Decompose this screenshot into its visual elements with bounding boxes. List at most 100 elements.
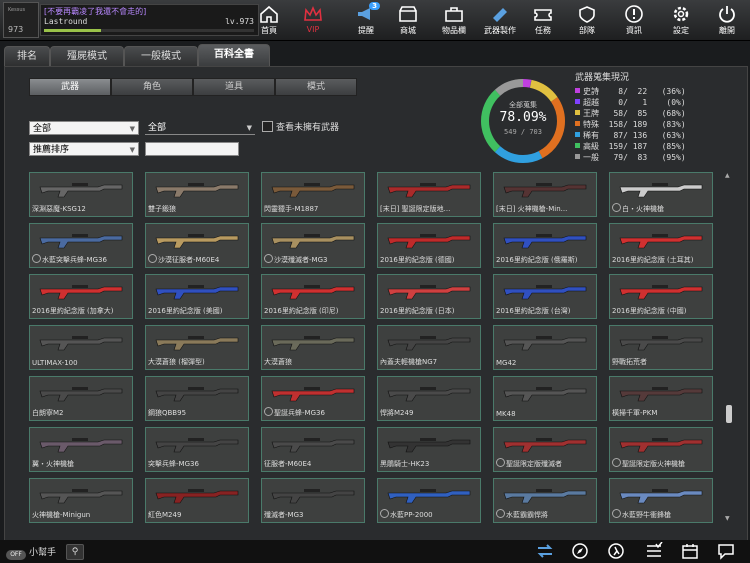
helper-label: 小幫手 [29, 548, 57, 558]
subtab-modes[interactable]: 模式 [275, 78, 357, 96]
collection-row-text: 高級 159/ 187 (85%) [583, 142, 686, 151]
weapon-card[interactable]: 2016里約紀念版 (德國) [377, 223, 481, 268]
weapon-card[interactable]: 2016里約紀念版 (土耳其) [609, 223, 713, 268]
weapon-card[interactable]: 水藍PP-2000 [377, 478, 481, 523]
nav-ticket[interactable]: 任務 [521, 0, 565, 40]
calendar-icon[interactable] [680, 542, 700, 560]
subtab-items[interactable]: 道具 [193, 78, 275, 96]
swap-icon[interactable] [535, 542, 555, 560]
weapon-card[interactable]: 內蓋夫輕機槍NG7 [377, 325, 481, 370]
profile-panel[interactable]: Kessus 973 [不要再霸凌了我還不會走的] Lastround lv.9… [3, 2, 259, 38]
show-unowned-checkbox[interactable] [262, 121, 273, 132]
nav-bag[interactable]: 物品欄 [432, 0, 476, 40]
runner-icon[interactable] [606, 542, 626, 560]
weapon-card[interactable]: 沙漠殲滅者-MG3 [261, 223, 365, 268]
tab-ranking[interactable]: 排名 [4, 46, 50, 66]
weapon-card[interactable]: 2016里約紀念版 (俄羅斯) [493, 223, 597, 268]
weapon-card[interactable]: 沙漠征服者-M60E4 [145, 223, 249, 268]
weapon-card[interactable]: MG42 [493, 325, 597, 370]
top-bar: Kessus 973 [不要再霸凌了我還不會走的] Lastround lv.9… [0, 0, 750, 41]
weapon-name: [末日] 聖誕限定版地... [380, 204, 478, 214]
weapon-name-text: 2016里約紀念版 (日本) [380, 307, 455, 315]
weapon-card[interactable]: 白朗寧M2 [29, 376, 133, 421]
subcategory-select[interactable]: 全部 ▼ [145, 121, 255, 135]
scroll-thumb[interactable] [726, 405, 732, 423]
weapon-name-text: 大漠蒼狼 [264, 358, 292, 366]
scrollbar[interactable]: ▲ ▼ [725, 172, 733, 522]
weapon-card[interactable]: MK48 [493, 376, 597, 421]
nav-clan[interactable]: 部隊 [565, 0, 609, 40]
weapon-name: 突擊兵蜂-MG36 [148, 459, 246, 469]
weapon-card[interactable]: 大漠蒼狼 [261, 325, 365, 370]
weapon-card[interactable]: 野戰拓荒者 [609, 325, 713, 370]
weapon-image [387, 336, 471, 351]
sort-select[interactable]: 推薦排序 ▼ [29, 142, 139, 156]
weapon-card[interactable]: ULTIMAX-100 [29, 325, 133, 370]
scroll-up-icon[interactable]: ▲ [725, 172, 730, 179]
weapon-card[interactable]: 聖誕限定版火神機槍 [609, 427, 713, 472]
compass-icon[interactable] [570, 542, 590, 560]
nav-shop[interactable]: 商城 [386, 0, 430, 40]
tab-zombie-mode[interactable]: 殭屍模式 [50, 46, 124, 66]
lock-icon [264, 254, 273, 263]
weapon-card[interactable]: 聖誕限定版殲滅者 [493, 427, 597, 472]
category-select[interactable]: 全部 ▼ [29, 121, 139, 135]
weapon-image [39, 438, 123, 453]
nav-craft[interactable]: 武器製作 [478, 0, 522, 40]
toggle-switch[interactable]: OFF [6, 550, 26, 560]
checklist-icon[interactable] [644, 542, 664, 560]
rarity-swatch [575, 99, 580, 104]
show-unowned-label[interactable]: 查看未擁有武器 [276, 120, 339, 133]
weapon-card[interactable]: [末日] 火神機槍-Min... [493, 172, 597, 217]
subtab-characters[interactable]: 角色 [111, 78, 193, 96]
chat-icon[interactable] [716, 542, 736, 560]
weapon-image [271, 183, 355, 198]
weapon-card[interactable]: 悍將M249 [377, 376, 481, 421]
nav-label: 提醒 [358, 26, 374, 35]
nav-home[interactable]: 首頁 [247, 0, 291, 40]
helper-toggle[interactable]: OFF 小幫手 [6, 545, 56, 560]
nav-label: 離開 [719, 26, 735, 35]
search-input[interactable] [145, 142, 239, 156]
weapon-card[interactable]: 大漠蒼狼 (榴彈型) [145, 325, 249, 370]
weapon-card[interactable]: 深淵惡魔-KSG12 [29, 172, 133, 217]
weapon-card[interactable]: 2016里約紀念版 (日本) [377, 274, 481, 319]
weapon-name-text: 白・火神機槍 [622, 205, 664, 213]
nav-label: 任務 [535, 26, 551, 35]
subtab-weapons[interactable]: 武器 [29, 78, 111, 96]
weapon-card[interactable]: 黑鵰騎士-HK23 [377, 427, 481, 472]
weapon-card[interactable]: 火神機槍-Minigun [29, 478, 133, 523]
weapon-card[interactable]: 翼・火神機槍 [29, 427, 133, 472]
weapon-card[interactable]: 白・火神機槍 [609, 172, 713, 217]
weapon-card[interactable]: 鋼狼QBB95 [145, 376, 249, 421]
nav-crown[interactable]: VIP [291, 0, 335, 40]
search-icon[interactable]: ⚲ [66, 544, 84, 560]
nav-gear[interactable]: 設定 [659, 0, 703, 40]
weapon-card[interactable]: 2016里約紀念版 (中國) [609, 274, 713, 319]
tab-normal-mode[interactable]: 一般模式 [124, 46, 198, 66]
weapon-card[interactable]: 征服者-M60E4 [261, 427, 365, 472]
weapon-card[interactable]: 殲滅者-MG3 [261, 478, 365, 523]
weapon-card[interactable]: 突擊兵蜂-MG36 [145, 427, 249, 472]
weapon-card[interactable]: 閃靈獵手-M1887 [261, 172, 365, 217]
weapon-card[interactable]: 2016里約紀念版 (加拿大) [29, 274, 133, 319]
weapon-card[interactable]: 雙子鍛狼 [145, 172, 249, 217]
scroll-down-icon[interactable]: ▼ [725, 515, 730, 522]
weapon-card[interactable]: 2016里約紀念版 (印尼) [261, 274, 365, 319]
nav-power[interactable]: 離開 [705, 0, 749, 40]
weapon-image [39, 234, 123, 249]
weapon-card[interactable]: 水藍突擊兵蜂-MG36 [29, 223, 133, 268]
weapon-name: 2016里約紀念版 (美國) [148, 306, 246, 316]
player-username: Lastround [44, 17, 88, 26]
nav-megaphone[interactable]: 提醒 3 [344, 0, 388, 40]
nav-info[interactable]: 資訊 [612, 0, 656, 40]
weapon-card[interactable]: 紅色M249 [145, 478, 249, 523]
weapon-card[interactable]: [末日] 聖誕限定版地... [377, 172, 481, 217]
tab-encyclopedia[interactable]: 百科全書 [198, 44, 270, 66]
weapon-card[interactable]: 水藍野牛衝鋒槍 [609, 478, 713, 523]
weapon-card[interactable]: 水藍霸霸悍將 [493, 478, 597, 523]
weapon-card[interactable]: 2016里約紀念版 (美國) [145, 274, 249, 319]
weapon-card[interactable]: 聖誕兵蜂-MG36 [261, 376, 365, 421]
weapon-card[interactable]: 橫掃千軍-PKM [609, 376, 713, 421]
weapon-card[interactable]: 2016里約紀念版 (台灣) [493, 274, 597, 319]
